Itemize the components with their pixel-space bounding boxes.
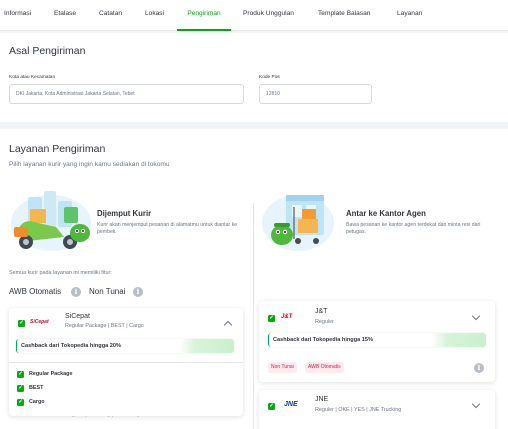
chevron-down-icon[interactable] — [471, 311, 481, 321]
courier-scooter-illustration — [11, 191, 91, 251]
info-icon[interactable]: i — [71, 287, 81, 297]
badge-awb-otomatis: AWB Otomatis — [305, 362, 344, 373]
dijemput-kurir-title: Dijemput Kurir — [97, 209, 152, 218]
jnt-logo: J&T — [281, 314, 293, 320]
option-regular-package[interactable]: Regular Package — [29, 371, 72, 377]
jnt-cashback-banner: Cashback dari Tokopedia hingga 15% — [268, 333, 486, 347]
sicepat-name: SiCepat — [65, 313, 90, 320]
info-icon[interactable]: i — [133, 287, 143, 297]
kota-input[interactable]: DKI Jakarta, Kota Administrasi Jakarta S… — [9, 84, 244, 104]
jnt-services: Reguler — [315, 319, 334, 325]
kodepos-input[interactable]: 12810 — [259, 84, 372, 104]
kota-label: Kota atau Kecamatan — [9, 75, 56, 80]
chevron-up-icon[interactable] — [223, 320, 233, 330]
tab-etalase[interactable]: Etalase — [54, 0, 76, 31]
checkbox-checked-icon[interactable]: ✓ — [17, 399, 24, 406]
semua-kurir-text: Semua kurir pada layanan ini memiliki fi… — [9, 270, 112, 276]
checkbox-checked-icon[interactable]: ✓ — [268, 315, 275, 322]
asal-pengiriman-section: Asal Pengiriman Kota atau Kecamatan DKI … — [0, 33, 508, 122]
jne-services: Reguler | OKE | YES | JNE Trucking — [315, 407, 402, 413]
checkbox-checked-icon[interactable]: ✓ — [17, 371, 24, 378]
non-tunai-label: Non Tunai — [89, 287, 126, 296]
tab-lokasi[interactable]: Lokasi — [145, 0, 164, 31]
kodepos-label: Kode Pos — [259, 75, 280, 80]
sicepat-services: Regular Package | BEST | Cargo — [65, 323, 144, 329]
tab-layanan[interactable]: Layanan — [397, 0, 422, 31]
tab-template-balasan[interactable]: Template Balasan — [318, 0, 370, 31]
dijemput-kurir-desc: Kurir akan menjemput pesanan di alamatmu… — [97, 222, 238, 236]
tab-pengiriman[interactable]: Pengiriman — [177, 0, 231, 31]
courier-card-jne: ✓ JNE JNE Reguler | OKE | YES | JNE Truc… — [259, 390, 495, 429]
courier-card-jnt: ✓ J&T J&T Reguler Cashback dari Tokopedi… — [259, 301, 495, 382]
tab-bar: Informasi Etalase Catatan Lokasi Pengiri… — [0, 0, 508, 31]
jne-name: JNE — [315, 396, 329, 403]
options-divider — [9, 362, 243, 363]
checkbox-checked-icon[interactable]: ✓ — [18, 320, 25, 327]
tab-informasi[interactable]: Informasi — [4, 0, 31, 31]
checkbox-checked-icon[interactable]: ✓ — [268, 403, 275, 410]
tab-produk-unggulan[interactable]: Produk Unggulan — [243, 0, 294, 31]
layanan-subtitle: Pilih layanan kurir yang ingin kamu sedi… — [9, 161, 170, 168]
info-icon[interactable]: i — [474, 363, 484, 373]
tab-catatan[interactable]: Catatan — [99, 0, 122, 31]
option-cargo[interactable]: Cargo — [29, 399, 45, 405]
sicepat-cashback-banner: Cashback dari Tokopedia hingga 20% — [16, 339, 234, 353]
antar-agen-title: Antar ke Kantor Agen — [346, 209, 426, 218]
jne-logo: JNE — [284, 401, 298, 408]
badge-non-tunai: Non Tunai — [268, 362, 297, 373]
courier-card-sicepat: ✓ SiCepat SiCepat Regular Package | BEST… — [9, 308, 243, 416]
jnt-name: J&T — [315, 308, 328, 315]
option-best[interactable]: BEST — [29, 385, 43, 391]
layanan-pengiriman-section: Layanan Pengiriman Pilih layanan kurir y… — [0, 129, 508, 429]
asal-pengiriman-title: Asal Pengiriman — [9, 45, 86, 57]
column-divider — [253, 203, 254, 429]
layanan-pengiriman-title: Layanan Pengiriman — [9, 143, 106, 155]
antar-agen-desc: Bawa pesanan ke kantor agen terdekat dan… — [346, 222, 481, 236]
awb-otomatis-label: AWB Otomatis — [9, 287, 62, 296]
sicepat-logo: SiCepat — [30, 319, 49, 325]
chevron-down-icon[interactable] — [471, 399, 481, 409]
agent-office-illustration — [262, 195, 334, 251]
checkbox-checked-icon[interactable]: ✓ — [17, 385, 24, 392]
